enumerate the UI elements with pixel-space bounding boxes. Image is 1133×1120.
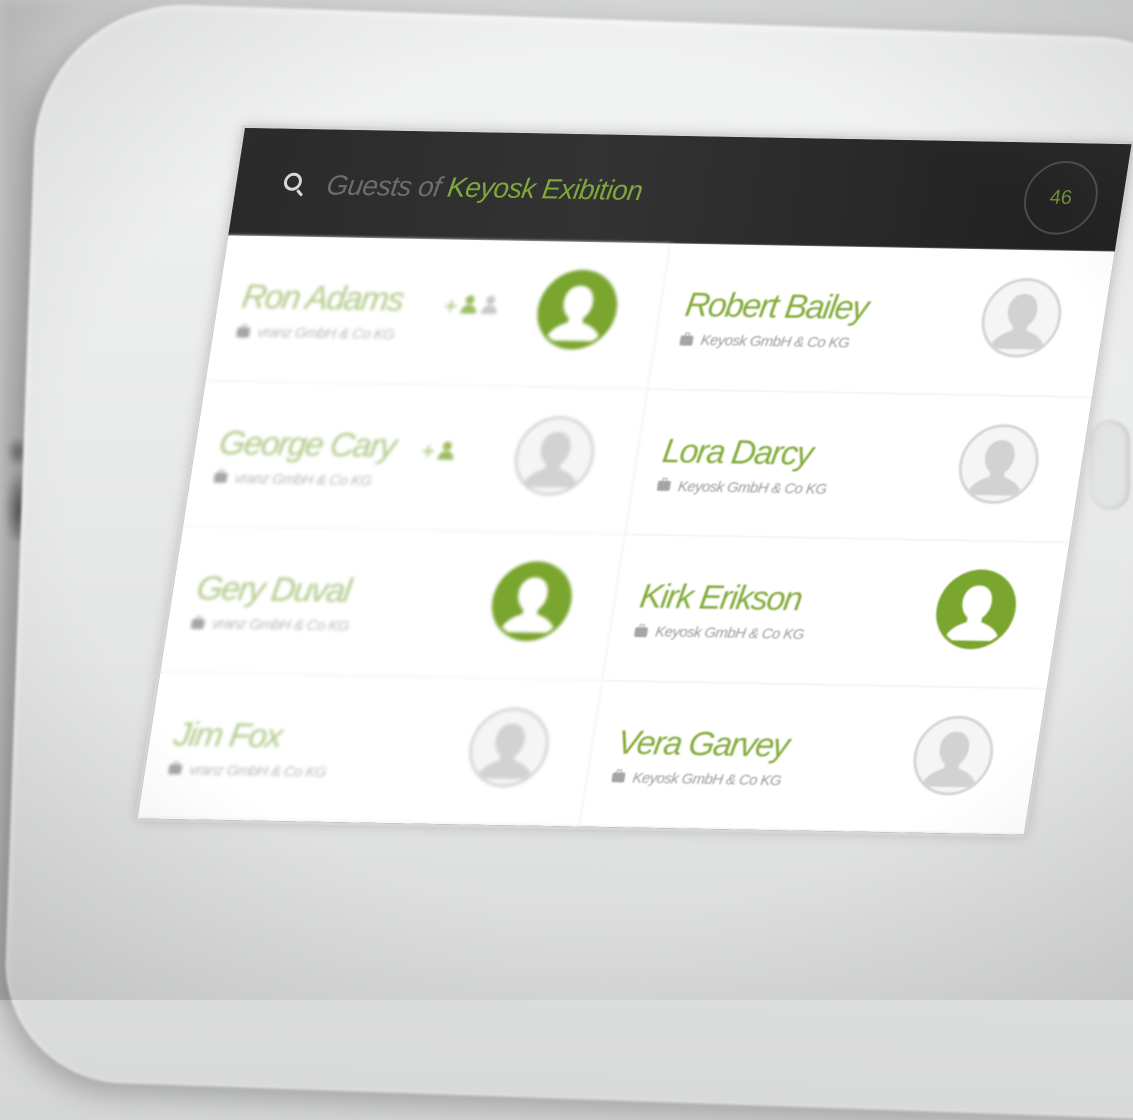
search-bar[interactable]: Guests of Keyosk Exibition 46 — [228, 128, 1132, 252]
guest-company: vranz GmbH & Co KG — [190, 615, 350, 635]
company-name: Keyosk GmbH & Co KG — [654, 623, 806, 644]
avatar-icon[interactable] — [930, 568, 1022, 650]
guest-card[interactable]: Kirk Erikson Keyosk GmbH & Co KG — [603, 535, 1070, 689]
companions[interactable]: + — [420, 439, 457, 464]
avatar-icon[interactable] — [907, 714, 999, 796]
briefcase-icon — [656, 480, 672, 491]
guest-company: Keyosk GmbH & Co KG — [633, 623, 805, 643]
avatar-icon[interactable] — [463, 706, 555, 788]
guest-card[interactable]: Robert Bailey Keyosk GmbH & Co KG — [648, 243, 1115, 398]
guest-card[interactable]: Jim Fox vranz GmbH & Co KG — [137, 672, 604, 827]
briefcase-icon — [168, 764, 183, 775]
guest-name: Vera Garvey — [614, 723, 792, 765]
briefcase-icon — [611, 772, 626, 783]
guest-name: Robert Bailey — [682, 285, 871, 327]
tablet-screen: Guests of Keyosk Exibition 46 Ron Adams v… — [137, 128, 1132, 835]
briefcase-icon — [213, 472, 228, 483]
title-prefix: Guests of — [324, 169, 444, 203]
guest-company: Keyosk GmbH & Co KG — [679, 331, 851, 352]
guest-company: vranz GmbH & Co KG — [168, 761, 328, 781]
guest-name: Gery Duval — [194, 569, 353, 610]
guest-name: Kirk Erikson — [637, 577, 805, 619]
companion-pending-icon — [479, 294, 501, 319]
company-name: vranz GmbH & Co KG — [233, 469, 373, 490]
company-name: vranz GmbH & Co KG — [210, 615, 350, 635]
guest-company: vranz GmbH & Co KG — [236, 323, 396, 344]
avatar-icon[interactable] — [531, 269, 623, 351]
guest-name: George Cary — [216, 423, 399, 465]
kiosk-side-notch-right — [1090, 420, 1130, 510]
guest-card[interactable]: Gery Duval vranz GmbH & Co KG — [160, 526, 627, 681]
page-title: Guests of Keyosk Exibition — [324, 169, 645, 207]
guest-grid: Ron Adams vranz GmbH & Co KG + Robert Baile… — [137, 235, 1115, 835]
guest-company: Keyosk GmbH & Co KG — [656, 477, 828, 497]
guest-count: 46 — [1048, 186, 1074, 209]
add-companion-icon[interactable]: + — [420, 439, 437, 464]
avatar-icon[interactable] — [486, 560, 578, 642]
company-name: Keyosk GmbH & Co KG — [631, 769, 783, 789]
event-name: Keyosk Exibition — [445, 171, 645, 207]
guest-card[interactable]: Lora Darcy Keyosk GmbH & Co KG — [626, 389, 1093, 544]
avatar-icon[interactable] — [975, 277, 1068, 359]
guest-card[interactable]: George Cary vranz GmbH & Co KG + — [182, 381, 649, 536]
guest-card[interactable]: Ron Adams vranz GmbH & Co KG + — [205, 235, 672, 390]
add-companion-icon[interactable]: + — [443, 293, 460, 318]
guest-company: vranz GmbH & Co KG — [213, 469, 373, 489]
briefcase-icon — [236, 326, 251, 338]
companion-checked-in-icon — [458, 294, 480, 319]
briefcase-icon — [190, 618, 206, 629]
company-name: vranz GmbH & Co KG — [188, 761, 328, 781]
guest-name: Lora Darcy — [660, 431, 815, 473]
briefcase-icon — [679, 335, 694, 346]
company-name: Keyosk GmbH & Co KG — [699, 331, 851, 352]
company-name: vranz GmbH & Co KG — [256, 323, 396, 344]
search-icon[interactable] — [282, 172, 304, 191]
guest-name: Jim Fox — [171, 714, 285, 755]
companion-checked-in-icon — [435, 439, 457, 464]
guest-company: Keyosk GmbH & Co KG — [611, 769, 783, 789]
company-name: Keyosk GmbH & Co KG — [676, 477, 828, 498]
guest-count-badge[interactable]: 46 — [1018, 160, 1104, 236]
avatar-icon[interactable] — [508, 414, 601, 496]
briefcase-icon — [634, 626, 649, 637]
avatar-icon[interactable] — [953, 423, 1045, 505]
guest-name: Ron Adams — [239, 277, 406, 319]
guest-card[interactable]: Vera Garvey Keyosk GmbH & Co KG — [580, 680, 1047, 835]
companions[interactable]: + — [443, 293, 501, 319]
